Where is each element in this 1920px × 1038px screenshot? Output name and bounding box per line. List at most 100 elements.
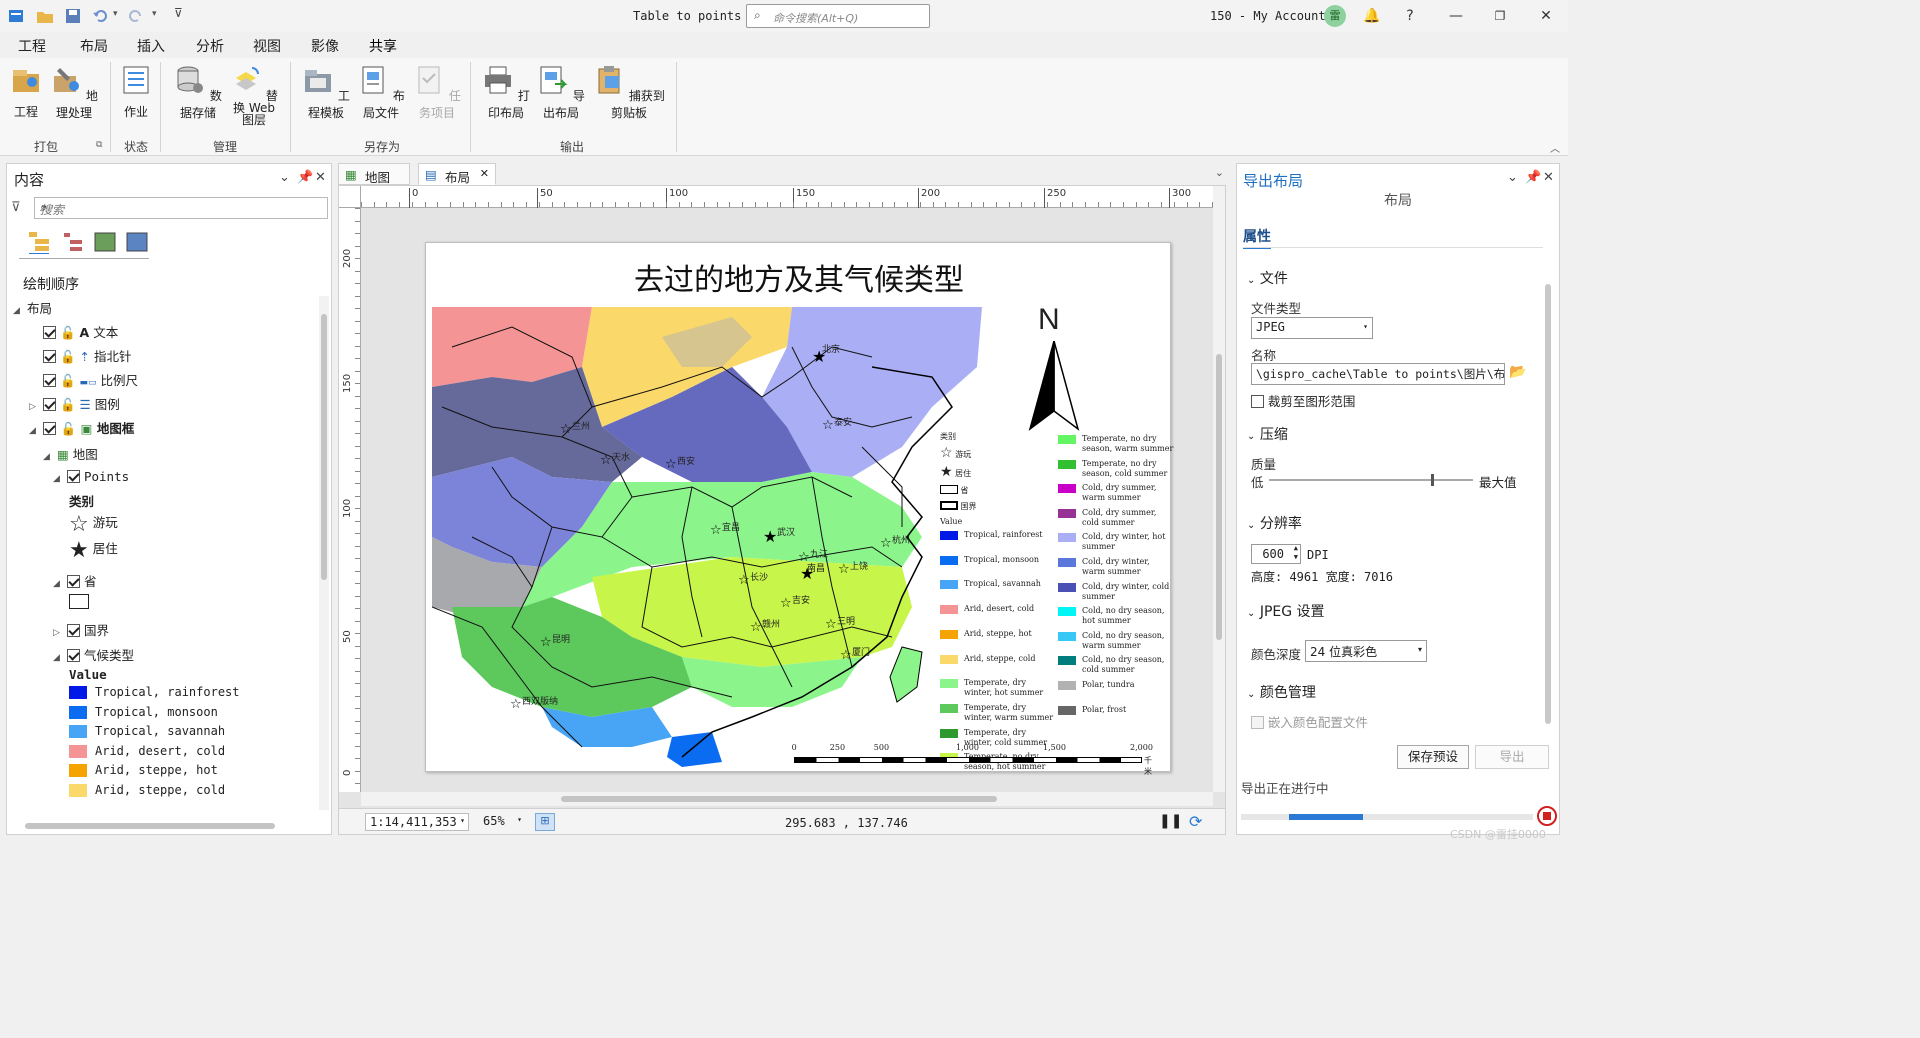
scrollbar-thumb[interactable]	[561, 796, 997, 802]
scale-selector[interactable]: 1:14,411,353 ▾	[365, 813, 469, 831]
pin-icon[interactable]: 📌	[1525, 170, 1541, 185]
redo-dropdown-icon[interactable]: ▾	[152, 9, 157, 19]
tree-item-map[interactable]: ◢ ▦ 地图	[43, 444, 98, 463]
checkbox-unchecked[interactable]	[1251, 395, 1264, 408]
replace-web-layer-button[interactable]: 替换 Web 图层	[226, 64, 282, 126]
visibility-checkbox[interactable]	[43, 422, 57, 435]
legend-swatch[interactable]	[69, 725, 87, 739]
layout-page[interactable]: 去过的地方及其气候类型 北京 泰安 兰州 天水 西安 宜昌 武汉 九江 南昌 上…	[425, 242, 1173, 776]
visibility-checkbox[interactable]	[43, 326, 56, 339]
close-pane-icon[interactable]: ✕	[315, 170, 326, 185]
close-tab-icon[interactable]: ✕	[480, 167, 489, 180]
list-by-selection-icon[interactable]	[93, 230, 117, 254]
layout-file-button[interactable]: 布局文件	[354, 64, 408, 121]
vertical-scrollbar[interactable]	[1543, 280, 1553, 740]
collapse-ribbon-icon[interactable]: ︿	[1550, 140, 1560, 155]
horizontal-scrollbar[interactable]	[361, 792, 1213, 806]
refresh-icon[interactable]: ⟳	[1189, 812, 1202, 831]
tab-layout-view[interactable]: ▤ 布局 ✕	[418, 163, 496, 185]
compression-section-header[interactable]: ⌄ 压缩	[1247, 424, 1288, 444]
quality-slider[interactable]	[1269, 474, 1473, 486]
open-folder-icon[interactable]	[36, 7, 54, 25]
pane-options-icon[interactable]: ⌄	[279, 170, 290, 185]
export-button[interactable]: 导出	[1475, 745, 1549, 769]
save-icon[interactable]	[64, 7, 82, 25]
province-symbol[interactable]	[69, 594, 89, 609]
scrollbar-thumb[interactable]	[321, 314, 327, 580]
embed-color-profile-checkbox[interactable]: 嵌入颜色配置文件	[1251, 712, 1368, 731]
scale-bar[interactable]: 0 250 500 1,000 1,500 2,000 千米	[792, 743, 1154, 776]
legend-swatch[interactable]	[69, 764, 87, 778]
page-fit-icon[interactable]: ⊞	[535, 813, 555, 831]
restore-icon[interactable]: ❐	[1490, 6, 1510, 26]
color-depth-select[interactable]: 24 位真彩色 ▾	[1305, 640, 1427, 662]
legend-swatch[interactable]	[69, 686, 87, 699]
legend-item-lived[interactable]: ★ 居住	[69, 538, 118, 563]
jpeg-settings-section-header[interactable]: ⌄ JPEG 设置	[1247, 601, 1325, 621]
color-management-section-header[interactable]: ⌄ 颜色管理	[1247, 682, 1316, 702]
drawing-order-icon[interactable]	[27, 230, 51, 254]
visited-star-marker[interactable]: ☆	[665, 457, 677, 472]
legend-swatch[interactable]	[69, 784, 87, 797]
chevron-down-icon[interactable]: ▾	[517, 815, 522, 824]
legend-item-visited[interactable]: ☆ 游玩	[69, 512, 118, 537]
lock-icon[interactable]: 🔓	[60, 397, 76, 412]
close-icon[interactable]: ✕	[1536, 6, 1556, 26]
tab-view[interactable]: 视图	[253, 36, 281, 56]
visited-star-marker[interactable]: ☆	[510, 697, 522, 712]
file-name-input[interactable]: \gispro_cache\Table to points\图片\布局	[1251, 363, 1505, 385]
properties-tab[interactable]: 属性	[1243, 226, 1271, 249]
capture-to-clipboard-button[interactable]: 捕获到剪贴板	[590, 64, 668, 121]
lived-star-marker[interactable]: ★	[812, 347, 826, 366]
zoom-selector[interactable]: 65% ▾	[479, 813, 525, 831]
redo-icon[interactable]	[126, 7, 144, 25]
job-status-button[interactable]: 作业	[116, 64, 156, 120]
visited-star-marker[interactable]: ☆	[780, 596, 792, 611]
map-legend[interactable]: 类别 ☆ 游玩 ★ 居住 省 国界 Value Tropical, rainfo…	[940, 431, 1173, 771]
resolution-section-header[interactable]: ⌄ 分辨率	[1247, 513, 1302, 533]
visited-star-marker[interactable]: ☆	[840, 648, 852, 663]
tree-item-map-frame[interactable]: ◢ 🔓 ▣ 地图框	[29, 418, 134, 437]
tree-item-points[interactable]: ◢ Points	[53, 469, 129, 484]
slider-thumb[interactable]	[1431, 474, 1435, 486]
pin-icon[interactable]: 📌	[297, 170, 313, 185]
lived-star-marker[interactable]: ★	[800, 564, 814, 583]
vertical-scrollbar[interactable]	[1213, 186, 1225, 792]
geoprocessing-package-button[interactable]: 地理处理	[48, 64, 100, 121]
tree-item-climate[interactable]: ◢ 气候类型	[53, 645, 134, 664]
tab-layout[interactable]: 布局	[80, 36, 108, 56]
browse-folder-icon[interactable]: 📂	[1509, 364, 1526, 380]
map-title[interactable]: 去过的地方及其气候类型	[426, 255, 1172, 299]
tab-share[interactable]: 共享	[369, 36, 397, 61]
visibility-checkbox[interactable]	[43, 350, 56, 363]
file-type-select[interactable]: JPEG ▾	[1251, 317, 1373, 339]
visited-star-marker[interactable]: ☆	[738, 573, 750, 588]
tree-item-legend[interactable]: ▷ 🔓 ☰ 图例	[29, 394, 120, 413]
chevron-down-icon[interactable]: ▾	[460, 816, 465, 825]
account-name[interactable]: 150 - My Account	[1210, 9, 1326, 23]
map-frame[interactable]: 北京泰安兰州天水 西安宜昌 武汉九江南昌 上饶杭州长沙吉安赣州 三明昆明西双版纳厦门 ★…	[432, 307, 982, 767]
command-search-input[interactable]: ⌕ 命令搜索(Alt+Q)	[746, 4, 930, 28]
tree-item-scale-bar[interactable]: 🔓 ▬▭ 比例尺	[43, 370, 138, 389]
visited-star-marker[interactable]: ☆	[880, 536, 892, 551]
save-preset-button[interactable]: 保存预设	[1397, 745, 1469, 769]
visibility-checkbox[interactable]	[43, 374, 56, 387]
tree-item-north-arrow[interactable]: 🔓 ⇡ 指北针	[43, 346, 132, 365]
vertical-scrollbar[interactable]	[319, 296, 329, 810]
print-layout-button[interactable]: 打印布局	[480, 64, 532, 121]
visited-star-marker[interactable]: ☆	[822, 418, 834, 433]
chevron-down-icon[interactable]: ⌄	[40, 200, 323, 211]
visited-star-marker[interactable]: ☆	[540, 635, 552, 650]
scrollbar-thumb[interactable]	[1216, 354, 1222, 640]
export-layout-button[interactable]: 导出布局	[534, 64, 588, 121]
visibility-checkbox[interactable]	[66, 649, 80, 662]
legend-swatch[interactable]	[69, 744, 87, 758]
tabs-dropdown-icon[interactable]: ⌄	[1215, 166, 1224, 179]
filter-icon[interactable]: ⊽	[11, 200, 21, 215]
tab-analysis[interactable]: 分析	[196, 36, 224, 56]
undo-dropdown-icon[interactable]: ▾	[113, 9, 118, 19]
stepper-arrows-icon[interactable]: ▲ ▼	[1294, 544, 1298, 562]
tree-item-province[interactable]: ◢ 省	[53, 571, 96, 590]
project-package-button[interactable]: 工程	[8, 64, 44, 120]
tree-item-text[interactable]: 🔓 A 文本	[43, 322, 118, 341]
